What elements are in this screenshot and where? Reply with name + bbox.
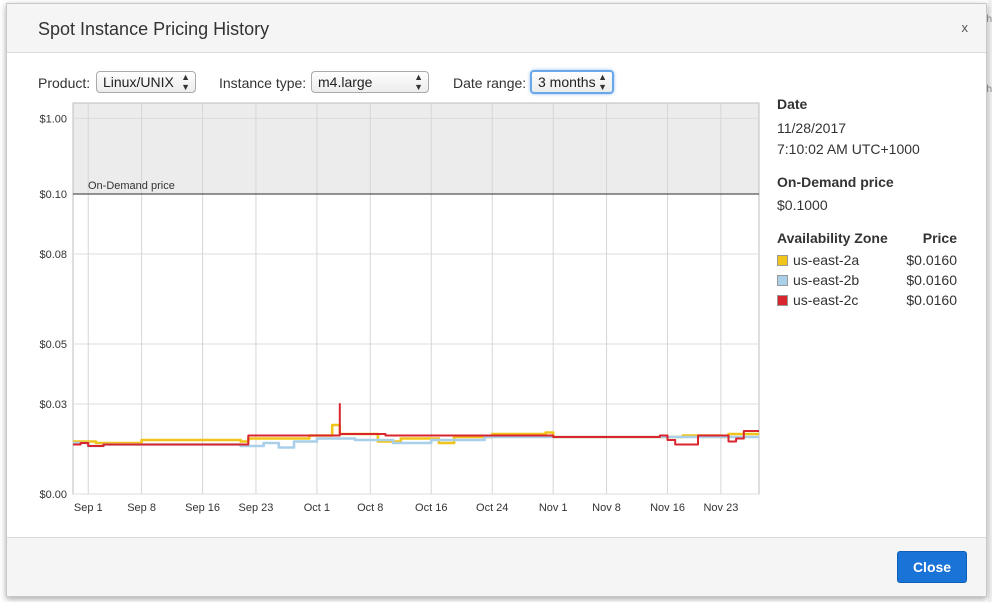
dialog-header: Spot Instance Pricing History x bbox=[7, 4, 986, 53]
y-tick-label: $0.10 bbox=[39, 189, 67, 201]
zone-name: us-east-2c bbox=[793, 292, 859, 308]
x-tick-label: Oct 8 bbox=[357, 502, 383, 514]
background-text-fragment: h bbox=[986, 14, 992, 25]
date-range-select-value: 3 months bbox=[538, 74, 596, 90]
date-value: 11/28/2017 bbox=[777, 120, 847, 136]
x-tick-label: Nov 8 bbox=[592, 502, 621, 514]
zone-name: us-east-2a bbox=[793, 252, 860, 268]
x-tick-label: Nov 16 bbox=[650, 502, 685, 514]
close-button[interactable]: Close bbox=[897, 551, 967, 583]
product-select[interactable]: Linux/UNIX ▲ ▼ bbox=[96, 71, 196, 93]
zone-table-header: Availability Zone Price bbox=[777, 230, 977, 250]
x-tick-label: Sep 1 bbox=[74, 502, 103, 514]
ondemand-price-label: On-Demand price bbox=[88, 180, 175, 192]
date-range-select[interactable]: 3 months ▲ ▼ bbox=[530, 70, 614, 94]
zone-color-swatch bbox=[777, 275, 788, 286]
x-tick-label: Nov 23 bbox=[703, 502, 738, 514]
y-tick-label: $0.05 bbox=[39, 339, 67, 351]
x-tick-label: Oct 24 bbox=[476, 502, 508, 514]
date-range-label: Date range: bbox=[453, 75, 527, 91]
price-column-header: Price bbox=[922, 230, 957, 246]
x-tick-label: Oct 1 bbox=[304, 502, 330, 514]
select-arrows-icon: ▲ ▼ bbox=[414, 72, 423, 92]
instance-type-label: Instance type: bbox=[219, 75, 307, 91]
zone-price: $0.0160 bbox=[906, 272, 957, 288]
select-arrows-icon: ▲ ▼ bbox=[181, 72, 190, 92]
dialog-title: Spot Instance Pricing History bbox=[38, 19, 270, 39]
zone-row: us-east-2a $0.0160 bbox=[777, 250, 977, 270]
x-tick-label: Nov 1 bbox=[539, 502, 568, 514]
close-icon[interactable]: x bbox=[962, 20, 969, 35]
x-tick-label: Oct 16 bbox=[415, 502, 447, 514]
y-tick-label: $0.00 bbox=[39, 489, 67, 501]
instance-type-select-value: m4.large bbox=[318, 74, 373, 90]
zone-row: us-east-2c $0.0160 bbox=[777, 290, 977, 310]
y-tick-label: $0.03 bbox=[39, 399, 67, 411]
time-value: 7:10:02 AM UTC+1000 bbox=[777, 141, 920, 157]
product-select-value: Linux/UNIX bbox=[103, 74, 174, 90]
product-label: Product: bbox=[38, 75, 91, 91]
instance-type-select[interactable]: m4.large ▲ ▼ bbox=[311, 71, 429, 93]
x-tick-label: Sep 16 bbox=[185, 502, 220, 514]
ondemand-value: $0.1000 bbox=[777, 197, 828, 213]
pricing-chart: $0.00 $0.03 $0.05 $0.08 $0.10 $1.00 Sep 1 Sep 8… bbox=[39, 102, 760, 514]
zone-column-header: Availability Zone bbox=[777, 230, 888, 246]
dialog-footer: Close bbox=[7, 537, 986, 596]
price-details-panel: Date 11/28/2017 7:10:02 AM UTC+1000 On-D… bbox=[777, 96, 977, 310]
above-ondemand-band bbox=[73, 103, 759, 194]
x-tick-label: Sep 8 bbox=[127, 502, 156, 514]
zone-price: $0.0160 bbox=[906, 252, 957, 268]
y-tick-label: $1.00 bbox=[39, 113, 67, 125]
pricing-chart-area: $0.00 $0.03 $0.05 $0.08 $0.10 $1.00 Sep 1 Sep 8… bbox=[7, 99, 767, 514]
zone-row: us-east-2b $0.0160 bbox=[777, 270, 977, 290]
zone-color-swatch bbox=[777, 255, 788, 266]
x-tick-label: Sep 23 bbox=[238, 502, 273, 514]
zone-name: us-east-2b bbox=[793, 272, 860, 288]
date-heading: Date bbox=[777, 96, 808, 112]
pricing-history-dialog: Spot Instance Pricing History x Product:… bbox=[6, 3, 987, 597]
zone-price: $0.0160 bbox=[906, 292, 957, 308]
zone-color-swatch bbox=[777, 295, 788, 306]
background-text-fragment: h bbox=[986, 84, 992, 95]
select-arrows-icon: ▲ ▼ bbox=[598, 72, 607, 92]
y-tick-label: $0.08 bbox=[39, 249, 67, 261]
ondemand-heading: On-Demand price bbox=[777, 174, 894, 190]
